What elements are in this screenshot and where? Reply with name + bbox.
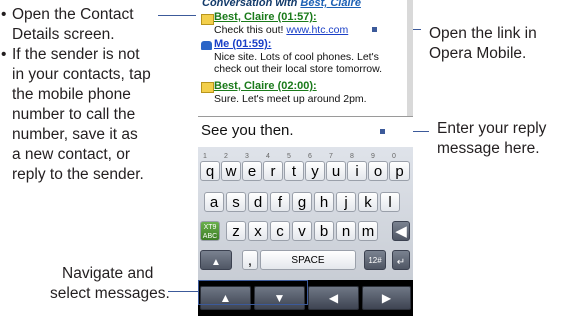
key-n[interactable]: n bbox=[336, 221, 356, 241]
callout-line: number to call the bbox=[12, 106, 136, 123]
reply-input-value: See you then. bbox=[201, 122, 294, 139]
callout-line: Navigate and bbox=[62, 265, 154, 282]
message-line: check out their local store tomorrow. bbox=[214, 63, 383, 75]
callout-line: If the sender is not bbox=[12, 46, 140, 63]
message-line: Nice site. Lots of cool phones. Let's bbox=[214, 51, 379, 63]
enter-icon: ↵ bbox=[396, 257, 406, 268]
callout-line: Enter your reply bbox=[437, 120, 547, 137]
callout-line: Opera Mobile. bbox=[429, 45, 527, 62]
message-sender-link[interactable]: Me (01:59): bbox=[214, 38, 271, 50]
message-sender-link[interactable]: Best, Claire (02:00): bbox=[214, 80, 317, 92]
conversation-title: Conversation with Best, Claire bbox=[202, 0, 361, 9]
key-b[interactable]: b bbox=[314, 221, 334, 241]
person-icon bbox=[201, 41, 212, 50]
key-z[interactable]: z bbox=[226, 221, 246, 241]
key-v[interactable]: v bbox=[292, 221, 312, 241]
message-line: Check this out! bbox=[214, 24, 287, 36]
nav-right-button[interactable]: ▶ bbox=[362, 286, 411, 310]
backspace-key[interactable]: ◀ bbox=[392, 221, 410, 241]
key-k[interactable]: k bbox=[358, 192, 378, 212]
key-a[interactable]: a bbox=[204, 192, 224, 212]
key-w[interactable]: 2w bbox=[221, 153, 241, 181]
conversation-scrollbar[interactable] bbox=[407, 0, 413, 116]
envelope-icon bbox=[201, 14, 214, 25]
navigation-highlight-box bbox=[198, 280, 308, 305]
key-r[interactable]: 4r bbox=[263, 153, 283, 181]
key-x[interactable]: x bbox=[248, 221, 268, 241]
arrow-left-icon: ◀ bbox=[328, 291, 339, 305]
message-sender-link[interactable]: Best, Claire (01:57): bbox=[214, 11, 317, 23]
key-h[interactable]: h bbox=[314, 192, 334, 212]
phone-screen: Conversation with Best, Claire Best, Cla… bbox=[198, 0, 413, 316]
symbols-key[interactable]: 12# bbox=[364, 250, 386, 270]
conversation-title-prefix: Conversation with bbox=[202, 0, 301, 9]
callout-line: number, save it as bbox=[12, 126, 138, 143]
bullet-symbol: • bbox=[1, 46, 7, 63]
backspace-icon: ◀ bbox=[395, 223, 407, 240]
key-t[interactable]: 5t bbox=[284, 153, 304, 181]
callout-line: Open the Contact bbox=[12, 6, 134, 23]
key-l[interactable]: l bbox=[380, 192, 400, 212]
key-i[interactable]: 8i bbox=[347, 153, 367, 181]
key-p[interactable]: 0p bbox=[389, 153, 410, 181]
enter-key[interactable]: ↵ bbox=[392, 250, 410, 270]
callout-line: reply to the sender. bbox=[12, 166, 144, 183]
callout-line: message here. bbox=[437, 140, 540, 157]
bullet-symbol: • bbox=[1, 6, 7, 23]
arrow-right-icon: ▶ bbox=[381, 291, 392, 305]
key-s[interactable]: s bbox=[226, 192, 246, 212]
space-key[interactable]: SPACE bbox=[260, 250, 356, 270]
callout-pointer-dot bbox=[372, 27, 377, 32]
nav-left-button[interactable]: ◀ bbox=[308, 286, 359, 310]
conversation-contact-link[interactable]: Best, Claire bbox=[300, 0, 361, 9]
message-url-link[interactable]: www.htc.com bbox=[286, 24, 348, 36]
callout-line: Open the link in bbox=[429, 25, 537, 42]
key-c[interactable]: c bbox=[270, 221, 290, 241]
conversation-view[interactable]: Conversation with Best, Claire Best, Cla… bbox=[198, 0, 413, 116]
key-u[interactable]: 7u bbox=[326, 153, 346, 181]
key-q[interactable]: 1q bbox=[200, 153, 220, 181]
key-d[interactable]: d bbox=[248, 192, 268, 212]
callout-line: the mobile phone bbox=[12, 86, 131, 103]
message-text: Check this out! www.htc.com bbox=[214, 24, 348, 36]
comma-key[interactable]: , bbox=[242, 250, 258, 270]
envelope-icon bbox=[201, 82, 214, 93]
key-g[interactable]: g bbox=[292, 192, 312, 212]
callout-leader-line bbox=[168, 291, 198, 292]
key-f[interactable]: f bbox=[270, 192, 290, 212]
callout-pointer-dot bbox=[380, 129, 385, 134]
xt9-toggle-key[interactable]: XT9 ABC bbox=[200, 221, 220, 241]
callout-line: a new contact, or bbox=[12, 146, 131, 163]
key-y[interactable]: 6y bbox=[305, 153, 325, 181]
shift-arrow-icon: ▲ bbox=[211, 257, 221, 268]
callout-line: select messages. bbox=[50, 285, 170, 302]
callout-leader-line bbox=[158, 15, 196, 16]
key-m[interactable]: m bbox=[358, 221, 378, 241]
abc-label: ABC bbox=[202, 233, 218, 240]
xt9-label: XT9 bbox=[203, 224, 217, 231]
key-j[interactable]: j bbox=[336, 192, 356, 212]
message-line: Sure. Let's meet up around 2pm. bbox=[214, 93, 367, 105]
key-e[interactable]: 3e bbox=[242, 153, 262, 181]
key-o[interactable]: 9o bbox=[368, 153, 388, 181]
callout-line: Details screen. bbox=[12, 26, 115, 43]
shift-key[interactable]: ▲ bbox=[200, 250, 232, 270]
callout-line: in your contacts, tap bbox=[12, 66, 151, 83]
